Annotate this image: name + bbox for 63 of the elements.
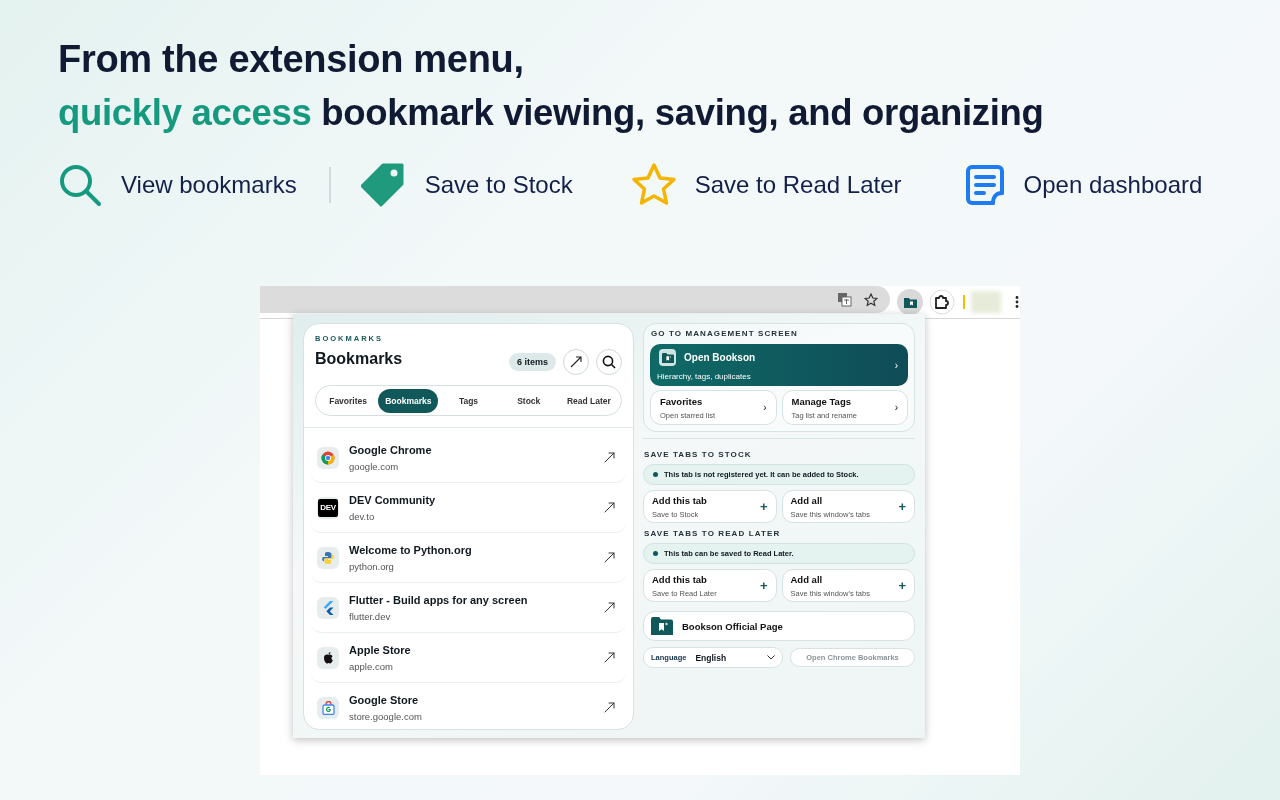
puzzle-icon[interactable]	[929, 289, 955, 315]
bookmark-item[interactable]: Welcome to Python.org python.org	[311, 533, 626, 583]
folder-icon	[651, 617, 673, 635]
bookmark-url: google.com	[349, 460, 400, 472]
external-link-icon[interactable]	[604, 452, 615, 463]
bookmark-url: python.org	[349, 560, 395, 572]
extension-button[interactable]	[897, 289, 923, 315]
item-count: 6 items	[508, 353, 556, 371]
bookmark-title: Flutter - Build apps for any screen	[349, 593, 529, 606]
translate-icon[interactable]	[837, 292, 852, 307]
tab[interactable]: Bookmarks	[378, 388, 439, 413]
tab[interactable]: Favorites	[318, 388, 379, 413]
bookmark-title: Google Chrome	[349, 443, 433, 456]
star-icon[interactable]	[864, 292, 878, 307]
bookmark-item[interactable]: Google Store store.google.com	[311, 683, 626, 729]
bookmark-title: Apple Store	[349, 643, 412, 656]
apple-logo-icon	[322, 651, 334, 664]
bookmark-title: DEV Community	[349, 493, 437, 506]
feature-label: Save to Stock	[424, 171, 573, 199]
bookmark-title: Google Store	[349, 693, 420, 706]
feature-label: View bookmarks	[121, 171, 297, 199]
bookmark-item[interactable]: Google Chrome google.com	[311, 433, 626, 483]
external-link-icon	[570, 356, 582, 368]
tab[interactable]: Read Later	[558, 388, 619, 413]
external-link-icon[interactable]	[604, 702, 615, 713]
official-page-button[interactable]: Bookson Official Page	[643, 611, 915, 641]
bookmark-item[interactable]: Apple Store apple.com	[311, 633, 626, 683]
search-icon	[57, 162, 103, 208]
star-icon	[630, 162, 677, 208]
open-external-button[interactable]	[563, 349, 589, 375]
search-icon	[602, 355, 616, 369]
panel-title: Bookmarks	[315, 350, 403, 368]
headline: quickly access bookmark viewing, saving, and organizing	[58, 91, 1044, 135]
search-button[interactable]	[596, 349, 622, 375]
feature-label: Open dashboard	[1023, 171, 1203, 199]
logo-badge: DEV	[318, 498, 338, 517]
bookmark-item[interactable]: Flutter - Build apps for any screen flutter.dev	[311, 583, 626, 633]
tab[interactable]: Tags	[438, 388, 499, 413]
folder-icon	[661, 352, 674, 363]
chevron-logo-icon	[322, 600, 334, 615]
external-link-icon[interactable]	[604, 552, 615, 563]
external-link-icon[interactable]	[604, 502, 615, 513]
bookmark-url: store.google.com	[349, 710, 423, 722]
headline: From the extension menu,	[58, 37, 524, 82]
section-heading: SAVE TABS TO STOCK	[644, 450, 753, 459]
bookmark-url: flutter.dev	[349, 610, 392, 622]
tab[interactable]: Stock	[498, 388, 559, 413]
bookmark-item[interactable]: DEV DEV Community dev.to	[311, 483, 626, 533]
feature-label: Save to Read Later	[694, 171, 902, 199]
open-app-button[interactable]: Open Bookson Hierarchy, tags, duplicates ›	[650, 344, 908, 386]
external-link-icon[interactable]	[604, 602, 615, 613]
section-heading: SAVE TABS TO READ LATER	[644, 529, 782, 538]
section-heading: GO TO MANAGEMENT SCREEN	[651, 329, 799, 338]
bookmark-title: Welcome to Python.org	[349, 543, 473, 556]
menu-icon[interactable]	[1015, 295, 1019, 309]
document-icon	[963, 163, 1006, 207]
external-link-icon[interactable]	[604, 652, 615, 663]
bookmark-url: apple.com	[349, 660, 394, 672]
tag-icon	[360, 162, 407, 208]
bookmark-url: dev.to	[349, 510, 376, 522]
separator-mark	[963, 295, 965, 309]
folder-icon	[903, 296, 917, 308]
caret-icon	[767, 655, 775, 660]
